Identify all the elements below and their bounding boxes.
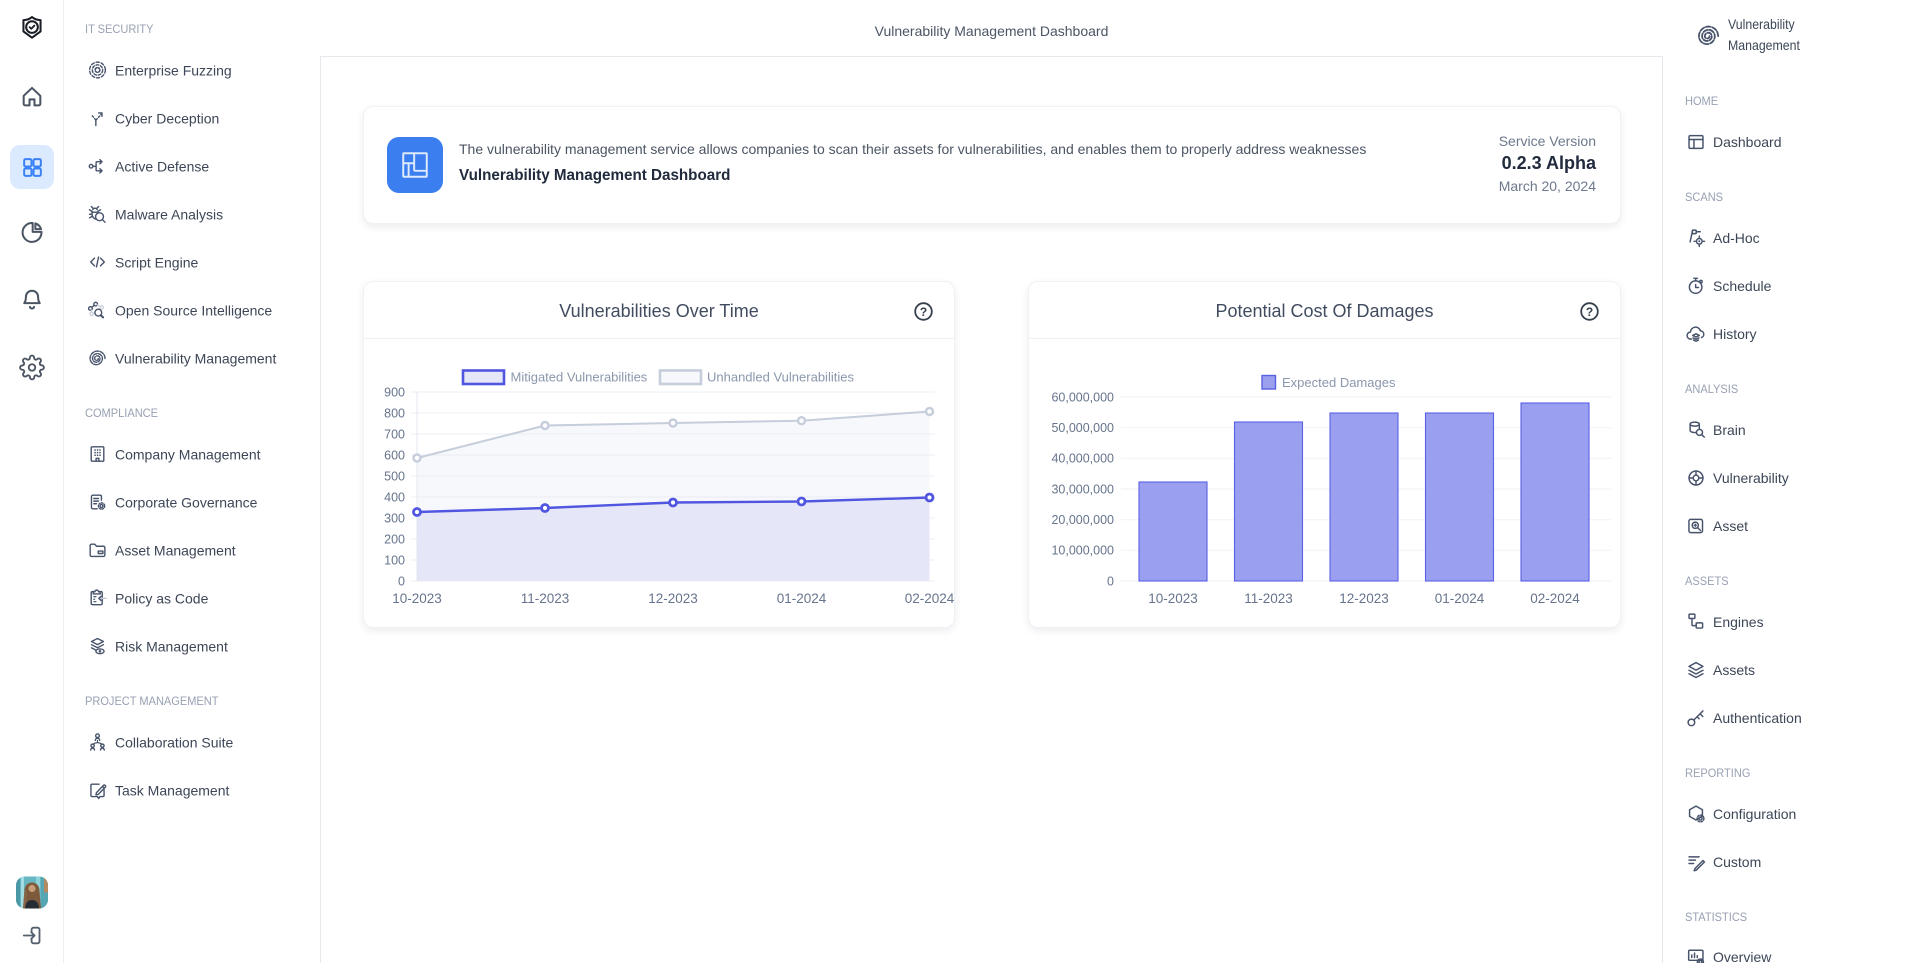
svg-text:Expected Damages: Expected Damages (1282, 375, 1396, 390)
svg-text:400: 400 (384, 490, 405, 504)
svg-text:500: 500 (384, 469, 405, 483)
svg-text:01-2024: 01-2024 (1435, 591, 1485, 606)
svg-text:0: 0 (1107, 574, 1114, 588)
svg-text:700: 700 (384, 427, 405, 441)
svg-text:?: ? (1586, 305, 1593, 319)
svg-text:50,000,000: 50,000,000 (1051, 421, 1114, 435)
svg-text:20,000,000: 20,000,000 (1051, 513, 1114, 527)
svg-text:12-2023: 12-2023 (1339, 591, 1389, 606)
svg-text:11-2023: 11-2023 (521, 591, 570, 606)
svg-text:900: 900 (384, 385, 405, 399)
svg-text:10,000,000: 10,000,000 (1051, 544, 1114, 558)
svg-text:200: 200 (384, 532, 405, 546)
svg-text:30,000,000: 30,000,000 (1051, 482, 1114, 496)
svg-text:60,000,000: 60,000,000 (1051, 390, 1114, 404)
svg-text:02-2024: 02-2024 (905, 591, 955, 606)
svg-text:600: 600 (384, 448, 405, 462)
svg-text:Mitigated Vulnerabilities: Mitigated Vulnerabilities (511, 370, 648, 385)
svg-text:40,000,000: 40,000,000 (1051, 452, 1114, 466)
svg-text:11-2023: 11-2023 (1244, 591, 1293, 606)
svg-text:100: 100 (384, 553, 405, 567)
svg-text:01-2024: 01-2024 (777, 591, 827, 606)
svg-text:0: 0 (398, 574, 405, 588)
svg-text:?: ? (920, 305, 927, 319)
svg-text:02-2024: 02-2024 (1530, 591, 1580, 606)
svg-text:Unhandled Vulnerabilities: Unhandled Vulnerabilities (707, 370, 854, 385)
svg-text:10-2023: 10-2023 (392, 591, 442, 606)
svg-text:800: 800 (384, 406, 405, 420)
svg-text:12-2023: 12-2023 (648, 591, 698, 606)
svg-text:10-2023: 10-2023 (1148, 591, 1198, 606)
svg-text:300: 300 (384, 511, 405, 525)
